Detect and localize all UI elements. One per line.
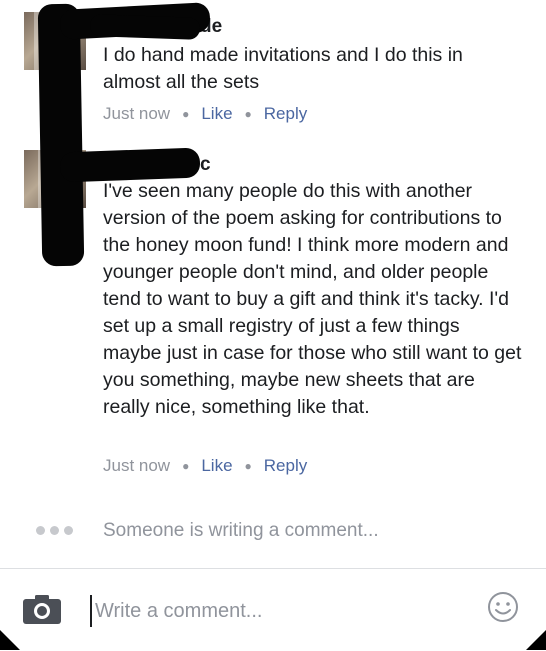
separator-dot: ●: [244, 459, 252, 473]
typing-text: Someone is writing a comment...: [103, 520, 379, 541]
separator-dot: ●: [244, 107, 252, 121]
comment-timestamp: Just now: [103, 456, 171, 475]
typing-indicator: Someone is writing a comment...: [0, 512, 546, 552]
comment-actions: Just now ● Like ● Reply: [103, 456, 307, 476]
reply-button[interactable]: Reply: [264, 456, 307, 476]
redaction-mark: [37, 3, 85, 267]
comment-input[interactable]: [90, 595, 467, 627]
comment-actions: Just now ● Like ● Reply: [103, 104, 307, 124]
comment-composer: [0, 568, 546, 651]
like-button[interactable]: Like: [201, 104, 232, 124]
typing-dots-icon: [36, 526, 73, 535]
smiley-icon[interactable]: [487, 591, 519, 623]
comment-timestamp: Just now: [103, 104, 171, 123]
comment-text: I do hand made invitations and I do this…: [103, 44, 463, 93]
camera-icon[interactable]: [22, 593, 62, 625]
like-button[interactable]: Like: [201, 456, 232, 476]
comment-text: I've seen many people do this with anoth…: [103, 180, 522, 418]
separator-dot: ●: [182, 107, 190, 121]
separator-dot: ●: [182, 459, 190, 473]
comment-author[interactable]: c: [200, 154, 211, 176]
redaction-mark: [89, 14, 201, 40]
reply-button[interactable]: Reply: [264, 104, 307, 124]
redaction-mark: [59, 147, 201, 183]
